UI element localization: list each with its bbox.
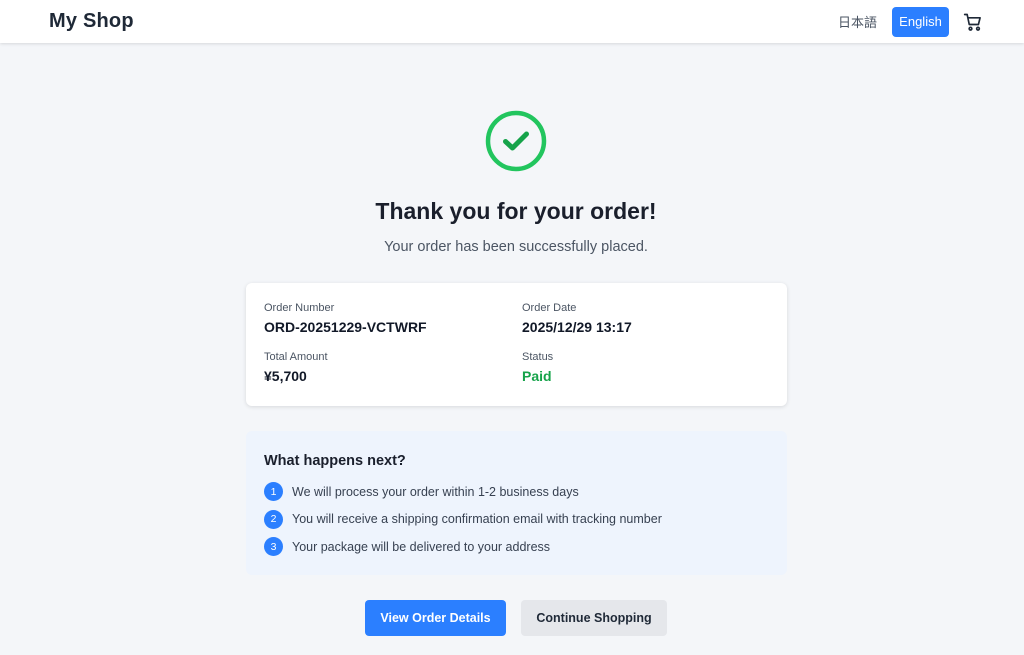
list-item: 2 You will receive a shipping confirmati…: [264, 509, 662, 529]
step-number-badge: 3: [264, 537, 283, 556]
step-text: We will process your order within 1-2 bu…: [292, 484, 579, 499]
order-date-label: Order Date: [522, 302, 577, 314]
main-content: Thank you for your order! Your order has…: [0, 43, 1024, 655]
step-number-badge: 2: [264, 509, 283, 529]
status-field: Status Paid: [522, 351, 553, 384]
total-amount-label: Total Amount: [264, 351, 328, 363]
next-steps-panel: What happens next? 1 We will process you…: [246, 431, 787, 575]
order-number-value: ORD-20251229-VCTWRF: [264, 319, 427, 335]
list-item: 1 We will process your order within 1-2 …: [264, 482, 662, 501]
order-summary-card: Order Number ORD-20251229-VCTWRF Order D…: [246, 283, 787, 406]
total-amount-field: Total Amount ¥5,700: [264, 351, 328, 384]
page-title: Thank you for your order!: [375, 198, 657, 224]
order-date-value: 2025/12/29 13:17: [522, 319, 632, 335]
step-number-badge: 1: [264, 482, 283, 501]
page-subtitle: Your order has been successfully placed.: [384, 239, 648, 255]
cart-icon[interactable]: [962, 11, 984, 33]
shop-logo[interactable]: My Shop: [49, 10, 134, 33]
check-circle-icon: [485, 110, 547, 172]
step-text: You will receive a shipping confirmation…: [292, 512, 662, 526]
top-navbar: My Shop 日本語 English: [0, 0, 1024, 43]
step-text: Your package will be delivered to your a…: [292, 539, 551, 554]
order-date-field: Order Date 2025/12/29 13:17: [522, 302, 632, 335]
view-order-details-button[interactable]: View Order Details: [365, 600, 506, 636]
header-actions: 日本語 English: [838, 6, 984, 37]
continue-shopping-button[interactable]: Continue Shopping: [521, 600, 667, 636]
order-number-label: Order Number: [264, 302, 335, 314]
status-badge: Paid: [522, 368, 552, 384]
next-steps-list: 1 We will process your order within 1-2 …: [264, 482, 662, 565]
next-steps-title: What happens next?: [264, 453, 406, 469]
list-item: 3 Your package will be delivered to your…: [264, 537, 662, 556]
order-number-field: Order Number ORD-20251229-VCTWRF: [264, 302, 427, 335]
status-label: Status: [522, 351, 554, 363]
total-amount-value: ¥5,700: [264, 368, 307, 384]
language-english-button[interactable]: English: [892, 6, 949, 37]
language-japanese-button[interactable]: 日本語: [838, 12, 877, 31]
